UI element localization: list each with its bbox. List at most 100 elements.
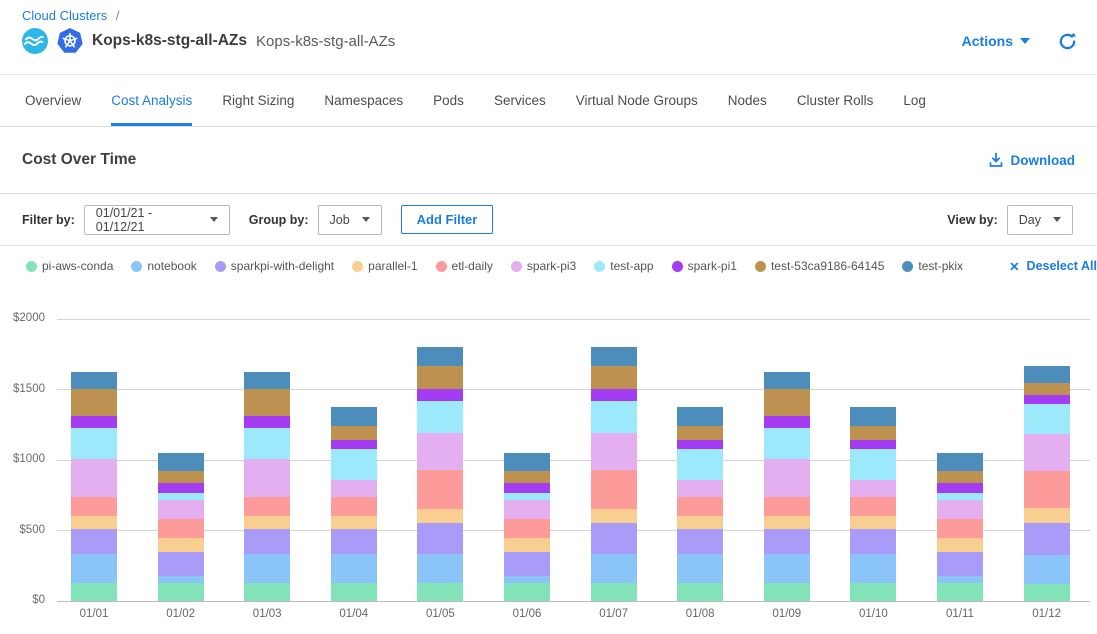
legend-item-spark-pi1[interactable]: spark-pi1 [672,259,737,273]
tab-cluster-rolls[interactable]: Cluster Rolls [797,75,874,126]
bar-segment-notebook [1024,555,1070,584]
actions-button[interactable]: Actions [962,33,1030,49]
page-subtitle: Kops-k8s-stg-all-AZs [256,33,395,50]
bar-segment-etl-daily [417,470,463,509]
tab-pods[interactable]: Pods [433,75,464,126]
bar-segment-test-pkix [71,372,117,389]
x-tick-label: 01/09 [747,608,827,620]
tab-right-sizing[interactable]: Right Sizing [222,75,294,126]
add-filter-button[interactable]: Add Filter [401,205,494,234]
page-header: Cloud Clusters / Kops-k [0,0,1097,75]
deselect-all-button[interactable]: ✕Deselect All [1009,259,1097,274]
bar-segment-parallel-1 [1024,508,1070,524]
bar-segment-test-app [331,449,377,480]
bar-segment-notebook [591,554,637,583]
tab-log[interactable]: Log [903,75,926,126]
legend-label: parallel-1 [368,259,417,273]
bar-segment-test-pkix [244,372,290,389]
tab-namespaces[interactable]: Namespaces [324,75,403,126]
legend-item-test-53ca9186-64145[interactable]: test-53ca9186-64145 [755,259,884,273]
kubernetes-icon [57,28,83,54]
bar-segment-test-pkix [1024,366,1070,384]
bar-segment-spark-pi3 [244,459,290,497]
legend-dot-spark-pi1 [672,261,683,272]
legend-item-spark-pi3[interactable]: spark-pi3 [511,259,576,273]
bar-segment-test-53ca9186-64145 [591,366,637,389]
x-tick-label: 01/02 [141,608,221,620]
group-by-select[interactable]: Job [318,205,382,235]
bar-segment-test-53ca9186-64145 [158,471,204,484]
bar-segment-sparkpi-with-delight [677,529,723,554]
chart-plot-area [57,319,1090,601]
legend-item-pi-aws-conda[interactable]: pi-aws-conda [26,259,113,273]
legend-dot-notebook [131,261,142,272]
bar-segment-etl-daily [764,497,810,515]
legend-label: test-53ca9186-64145 [771,259,884,273]
refresh-button[interactable] [1058,32,1077,51]
legend-item-test-pkix[interactable]: test-pkix [902,259,963,273]
bar-segment-test-pkix [850,407,896,425]
view-by-select[interactable]: Day [1007,205,1073,235]
bar-segment-pi-aws-conda [504,583,550,601]
tab-virtual-node-groups[interactable]: Virtual Node Groups [576,75,698,126]
bar-segment-etl-daily [504,519,550,539]
section-title: Cost Over Time [22,151,136,169]
bar-segment-test-pkix [677,407,723,425]
actions-label: Actions [962,33,1013,49]
bar-segment-test-pkix [158,453,204,471]
chart-legend: pi-aws-conda notebook sparkpi-with-delight… [0,246,1097,286]
bar-segment-spark-pi3 [1024,434,1070,471]
legend-item-sparkpi-with-delight[interactable]: sparkpi-with-delight [215,259,334,273]
bar-segment-parallel-1 [71,516,117,529]
bar-segment-parallel-1 [937,538,983,551]
legend-dot-etl-daily [436,261,447,272]
cluster-cost-analysis-page: Cloud Clusters / Kops-k [0,0,1097,634]
bar-segment-test-53ca9186-64145 [764,389,810,416]
bar-segment-test-53ca9186-64145 [71,389,117,416]
download-button[interactable]: Download [988,152,1076,168]
bar-segment-parallel-1 [331,516,377,529]
bar-segment-test-53ca9186-64145 [850,426,896,440]
legend-item-notebook[interactable]: notebook [131,259,196,273]
bar-segment-test-app [937,493,983,500]
legend-dot-test-53ca9186-64145 [755,261,766,272]
legend-item-parallel-1[interactable]: parallel-1 [352,259,417,273]
refresh-icon [1058,32,1077,51]
bar-segment-spark-pi3 [71,459,117,497]
x-tick-label: 01/06 [487,608,567,620]
bar-segment-etl-daily [158,519,204,539]
view-by-value: Day [1019,213,1041,227]
bar-segment-pi-aws-conda [591,583,637,601]
gridline-2000 [57,319,1090,320]
filter-bar: Filter by: 01/01/21 - 01/12/21 Group by:… [0,194,1097,246]
legend-dot-test-pkix [902,261,913,272]
legend-label: spark-pi3 [527,259,576,273]
bar-segment-spark-pi3 [417,433,463,470]
bar-segment-test-pkix [591,347,637,365]
bar-segment-notebook [677,554,723,583]
bar-segment-spark-pi3 [677,480,723,497]
bar-segment-notebook [417,554,463,583]
tab-nodes[interactable]: Nodes [728,75,767,126]
breadcrumb-cloud-clusters-link[interactable]: Cloud Clusters [22,8,107,23]
tab-cost-analysis[interactable]: Cost Analysis [111,75,192,126]
title-row: Kops-k8s-stg-all-AZs Kops-k8s-stg-all-AZ… [12,28,1077,54]
bar-segment-pi-aws-conda [764,583,810,601]
legend-label: spark-pi1 [688,259,737,273]
bar-segment-etl-daily [71,497,117,515]
date-range-select[interactable]: 01/01/21 - 01/12/21 [84,205,230,235]
chevron-down-icon [362,217,370,222]
tab-overview[interactable]: Overview [25,75,81,126]
bar-segment-etl-daily [331,497,377,516]
bar-segment-test-53ca9186-64145 [937,471,983,484]
legend-item-etl-daily[interactable]: etl-daily [436,259,493,273]
breadcrumb-separator: / [116,8,120,23]
tab-services[interactable]: Services [494,75,546,126]
legend-item-test-app[interactable]: test-app [594,259,653,273]
bar-segment-test-app [244,428,290,460]
bar-segment-sparkpi-with-delight [504,552,550,577]
section-header: Cost Over Time Download [0,127,1097,194]
bar-segment-parallel-1 [244,516,290,529]
x-axis-labels: 01/0101/0201/0301/0401/0501/0601/0701/08… [57,608,1090,628]
x-tick-label: 01/10 [833,608,913,620]
